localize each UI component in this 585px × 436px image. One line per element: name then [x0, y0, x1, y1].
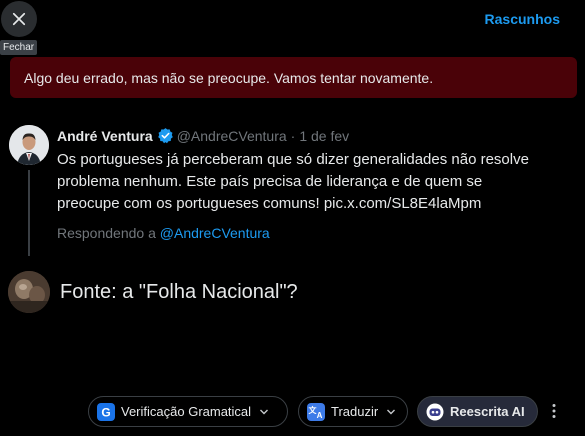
chevron-down-icon	[387, 409, 396, 414]
verified-badge-icon	[157, 128, 173, 144]
tweet-text: Os portugueses já perceberam que só dize…	[57, 151, 529, 212]
grammar-check-button[interactable]: G Verificação Gramatical	[88, 396, 288, 427]
replying-to-prefix: Respondendo a	[57, 225, 156, 241]
close-icon	[12, 12, 26, 26]
author-avatar[interactable]	[9, 125, 49, 165]
tweet-header: André Ventura @AndreCVentura · 1 de fev	[57, 127, 349, 144]
svg-text:A: A	[317, 411, 323, 420]
ai-rewrite-button[interactable]: Reescrita AI	[417, 396, 538, 427]
separator-dot: ·	[290, 127, 296, 144]
author-name[interactable]: André Ventura	[57, 128, 153, 144]
ai-rewrite-label: Reescrita AI	[450, 404, 525, 419]
translate-button[interactable]: 文 A Traduzir	[298, 396, 408, 427]
tweet-date[interactable]: 1 de fev	[299, 128, 349, 144]
error-message: Algo deu errado, mas não se preocupe. Va…	[24, 69, 434, 86]
grammar-check-label: Verificação Gramatical	[121, 404, 252, 419]
compose-input[interactable]: Fonte: a "Folha Nacional"?	[60, 281, 298, 304]
chevron-down-icon	[260, 409, 269, 414]
svg-text:G: G	[101, 405, 110, 419]
user-avatar[interactable]	[8, 271, 50, 313]
translate-label: Traduzir	[331, 404, 379, 419]
ai-robot-icon	[426, 403, 444, 420]
author-handle[interactable]: @AndreCVentura	[177, 128, 287, 144]
grammar-g-icon: G	[97, 402, 115, 421]
thread-line	[28, 170, 30, 256]
replying-to: Respondendo a @AndreCVentura	[57, 225, 270, 241]
error-banner: Algo deu errado, mas não se preocupe. Va…	[10, 57, 577, 98]
replying-to-mention[interactable]: @AndreCVentura	[160, 225, 270, 241]
user-avatar-image	[8, 271, 50, 313]
translate-icon: 文 A	[307, 402, 325, 421]
close-tooltip: Fechar	[0, 40, 38, 55]
drafts-button[interactable]: Rascunhos	[485, 11, 560, 27]
author-avatar-image	[9, 125, 49, 165]
close-button[interactable]	[1, 1, 37, 37]
more-options-icon[interactable]	[547, 402, 561, 420]
